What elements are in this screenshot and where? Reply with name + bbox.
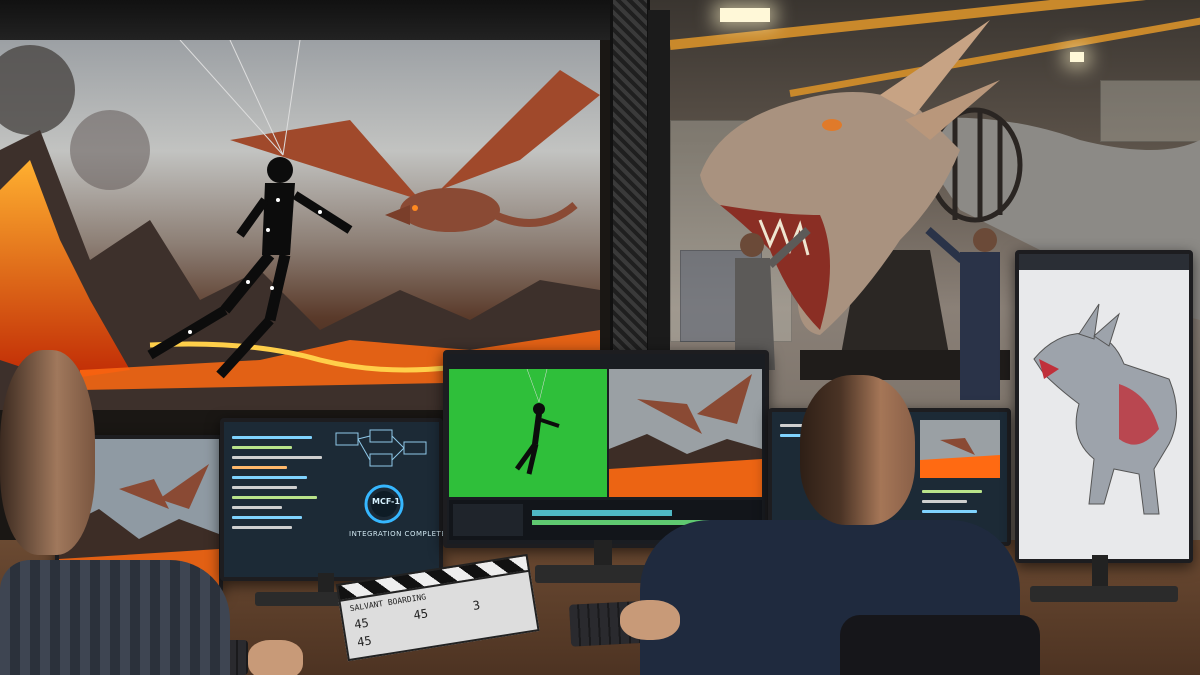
- dragon-anatomy-model: [1019, 254, 1189, 515]
- node-graph: [335, 429, 427, 467]
- clapper-row2: 45: [356, 633, 373, 650]
- code-line: [232, 476, 307, 479]
- integration-badge: MCF-1: [372, 497, 400, 506]
- lighting-truss: [610, 0, 650, 360]
- timeline-bin: [453, 504, 523, 536]
- monitor-base: [1030, 586, 1178, 602]
- led-wall-top-frame: [0, 0, 610, 40]
- code-line: [232, 436, 312, 439]
- artist-right-head: [800, 375, 915, 525]
- code-line: [232, 466, 287, 469]
- code-line: [922, 510, 977, 513]
- dragon-eye: [822, 119, 842, 131]
- monitor-left-center: MCF-1 INTEGRATION COMPLETE: [220, 418, 447, 581]
- smoke-plume: [70, 110, 150, 190]
- comp-viewer: [449, 368, 762, 540]
- greenscreen-plate: [449, 369, 607, 497]
- code-line: [232, 456, 322, 459]
- monitor-stand: [1092, 555, 1108, 590]
- support-pillar: [648, 10, 670, 350]
- artist-left-shirt: [0, 560, 230, 675]
- code-line: [232, 526, 292, 529]
- code-line: [232, 506, 282, 509]
- code-line: [232, 446, 292, 449]
- smoke-plume: [0, 45, 75, 135]
- vfx-studio-scene: MCF-1 INTEGRATION COMPLETE SALVANT BOARD…: [0, 0, 1200, 675]
- code-line: [232, 516, 302, 519]
- clapper-scene: 45: [353, 615, 370, 632]
- code-line: [232, 496, 317, 499]
- code-line: [922, 490, 982, 493]
- artist-right-hand: [620, 600, 680, 640]
- monitor-portrait: [1015, 250, 1193, 563]
- clapper-roll: 3: [471, 597, 482, 613]
- monitor-center: [443, 350, 769, 548]
- artist-left-hand: [248, 640, 303, 675]
- timeline-track: [532, 510, 672, 516]
- artist-left-head: [0, 350, 95, 555]
- integration-status: INTEGRATION COMPLETE: [349, 530, 447, 538]
- code-line: [922, 500, 967, 503]
- right-preview-render: [920, 420, 1000, 478]
- office-chair: [840, 615, 1040, 675]
- code-line: [232, 486, 297, 489]
- clapper-take: 45: [412, 606, 430, 623]
